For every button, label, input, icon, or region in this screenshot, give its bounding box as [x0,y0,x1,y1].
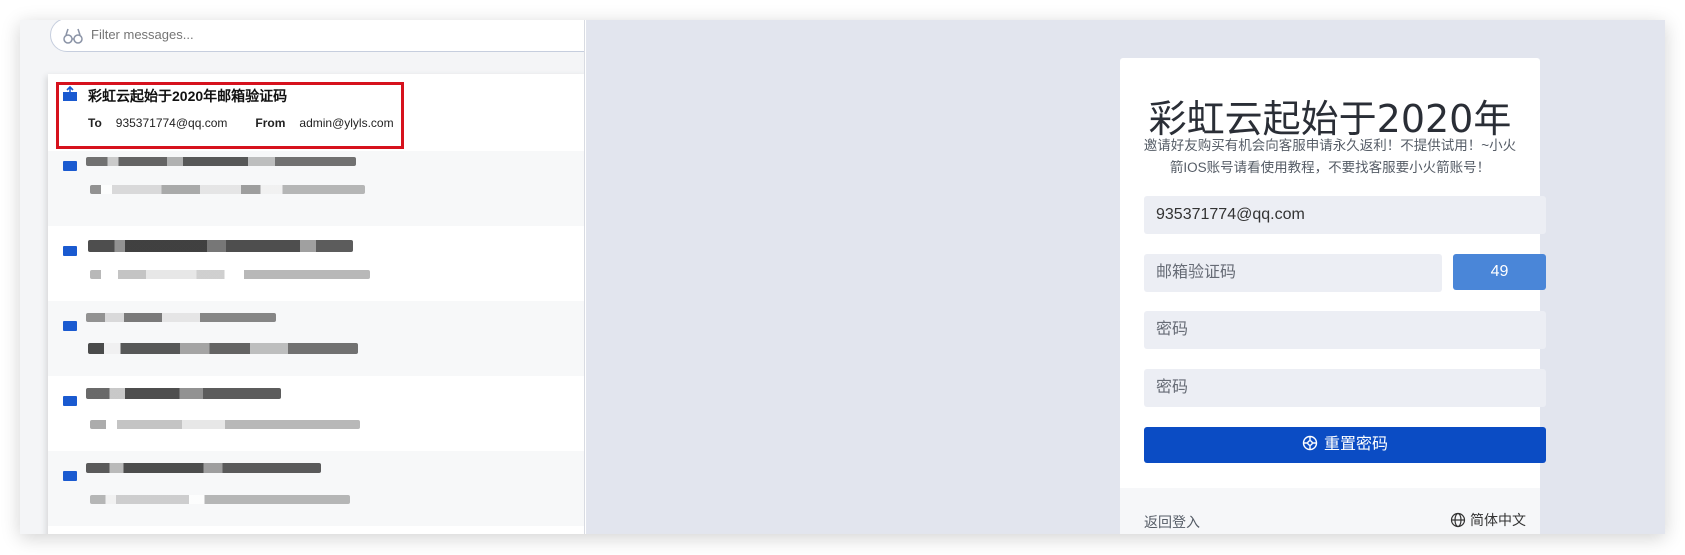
highlight-box [56,82,404,149]
list-item[interactable] [48,226,584,301]
confirm-password-field[interactable] [1144,369,1546,407]
language-label: 简体中文 [1470,512,1526,528]
back-to-login-link[interactable]: 返回登入 [1144,512,1200,532]
envelope-icon [63,471,77,481]
list-item[interactable] [48,376,584,451]
globe-icon [1450,512,1466,528]
browser-frame: 彩虹云起始于2020年邮箱验证码 To935371774@qq.comFroma… [20,20,1665,534]
verification-code-field[interactable] [1144,254,1442,292]
filter-input[interactable] [91,27,491,42]
card-footer: 返回登入 简体中文 [1120,488,1540,534]
list-item[interactable] [48,451,584,526]
email-field[interactable] [1144,196,1546,234]
reset-icon [1302,435,1318,451]
send-code-button[interactable]: 49 [1453,254,1546,290]
envelope-icon [63,246,77,256]
reset-password-button[interactable]: 重置密码 [1144,427,1546,463]
language-switcher[interactable]: 简体中文 [1450,510,1526,530]
mail-pane: 彩虹云起始于2020年邮箱验证码 To935371774@qq.comFroma… [20,20,585,534]
filter-icon [63,28,83,44]
envelope-icon [63,396,77,406]
reset-password-card: 彩虹云起始于2020年 邀请好友购买有机会向客服申请永久返利！不提供试用！~小火… [1120,58,1546,534]
mail-list: 彩虹云起始于2020年邮箱验证码 To 935371774@qq.com From a… [48,74,584,534]
list-item[interactable] [48,301,584,376]
envelope-icon [63,161,77,171]
filter-bar[interactable] [50,20,584,52]
card-subtitle: 邀请好友购买有机会向客服申请永久返利！不提供试用！~小火箭IOS账号请看使用教程… [1143,138,1517,175]
reset-password-label: 重置密码 [1323,436,1388,453]
list-item[interactable] [48,151,584,226]
password-field[interactable] [1144,311,1546,349]
envelope-icon [63,321,77,331]
